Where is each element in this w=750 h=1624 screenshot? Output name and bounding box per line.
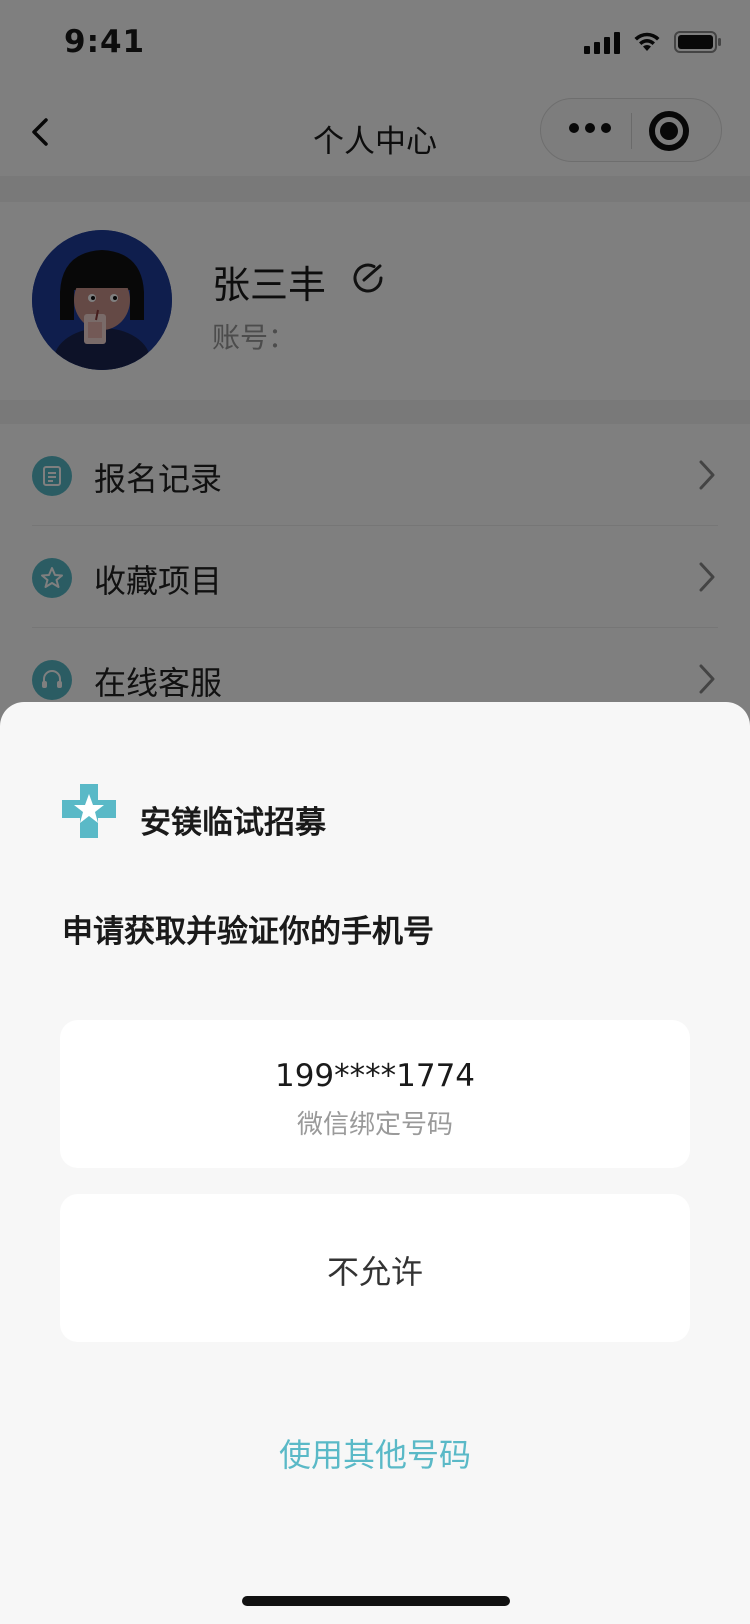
deny-button[interactable]: 不允许 [60,1194,690,1342]
wechat-phone-option[interactable]: 199****1774 微信绑定号码 [60,1020,690,1168]
home-indicator [242,1596,510,1606]
permission-request-text: 申请获取并验证你的手机号 [62,914,434,950]
phone-note: 微信绑定号码 [296,1110,453,1140]
phone-auth-sheet: 安镁临试招募 申请获取并验证你的手机号 199****1774 微信绑定号码 不… [0,702,750,1624]
phone-number: 199****1774 [274,1058,476,1094]
app-logo-icon [58,780,120,842]
use-other-number-link[interactable]: 使用其他号码 [0,1430,750,1476]
app-name: 安镁临试招募 [140,805,326,841]
deny-label: 不允许 [326,1253,423,1291]
